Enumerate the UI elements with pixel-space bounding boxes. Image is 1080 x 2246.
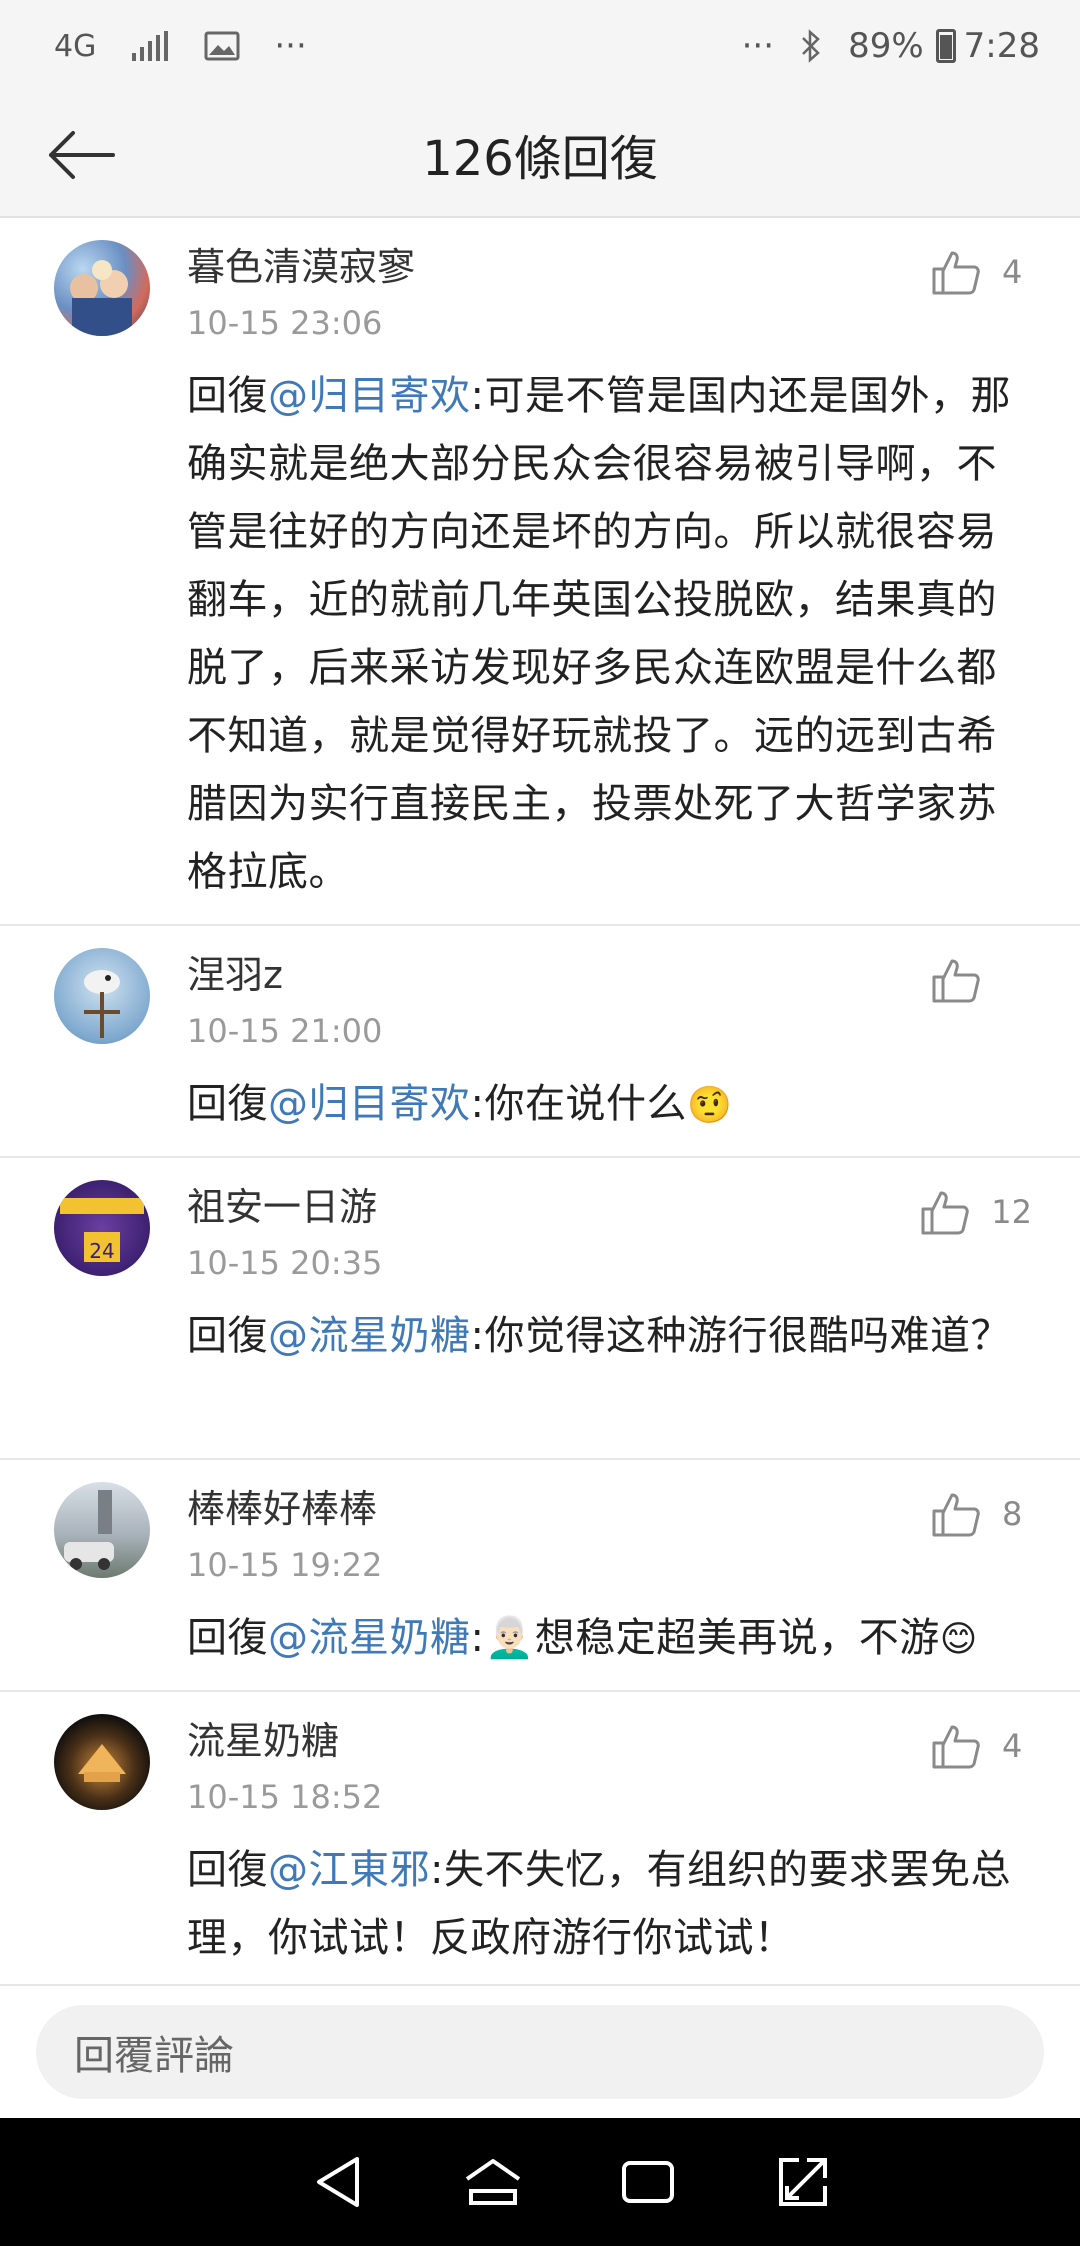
avatar[interactable]	[54, 948, 150, 1044]
reply-prefix: 回復	[187, 1847, 268, 1893]
header: 126條回復	[0, 92, 1080, 218]
comment-list[interactable]: 暮色清漠寂寥 10-15 23:06 回復@归目寄欢:可是不管是国内还是国外，那…	[0, 218, 1080, 1984]
mention-link[interactable]: @流星奶糖	[268, 1313, 471, 1359]
smile-emoji: 😊	[939, 1619, 978, 1660]
back-triangle-icon	[316, 2157, 359, 2207]
mention-link[interactable]: @归目寄欢	[268, 1081, 471, 1127]
reply-input[interactable]: 回覆評論	[36, 2005, 1044, 2099]
comment-text: 回復@归目寄欢:你在说什么🤨	[187, 1070, 1032, 1140]
like-count: 4	[1002, 253, 1023, 291]
like-count: 8	[1002, 1495, 1023, 1533]
avatar[interactable]	[54, 240, 150, 336]
clock: 7:28	[963, 26, 1040, 66]
nav-recents-button[interactable]	[608, 2142, 688, 2222]
battery-percent: 89%	[848, 26, 924, 66]
thumbs-up-icon	[932, 251, 980, 295]
username[interactable]: 祖安一日游	[187, 1180, 1032, 1234]
like-button[interactable]	[932, 952, 1032, 1008]
avatar[interactable]	[54, 1482, 150, 1578]
nav-home-button[interactable]	[453, 2142, 533, 2222]
reply-prefix: 回復	[187, 373, 268, 419]
reply-prefix: 回復	[187, 1313, 268, 1359]
nav-back-button[interactable]	[298, 2142, 378, 2222]
status-bar: 4G ··· ··· 89% 7:28	[0, 0, 1080, 92]
expand-icon	[778, 2158, 827, 2206]
comment-item: 棒棒好棒棒 10-15 19:22 回復@流星奶糖:👨🏻‍🦳想稳定超美再说，不游…	[0, 1460, 1080, 1692]
comment-text: 回復@流星奶糖:你觉得这种游行很酷吗难道？	[187, 1302, 1032, 1370]
network-type: 4G	[54, 28, 97, 64]
system-nav-bar	[0, 2118, 1080, 2246]
signal-icon	[130, 31, 170, 61]
recents-icon	[621, 2161, 674, 2203]
thinking-emoji: 🤨	[686, 1085, 733, 1126]
avatar[interactable]: 24	[54, 1180, 150, 1276]
comment-body: :可是不管是国内还是国外，那确实就是绝大部分民众会很容易被引导啊，不管是往好的方…	[187, 373, 1011, 895]
comment-time: 10-15 19:22	[187, 1546, 383, 1584]
bluetooth-icon	[800, 29, 822, 63]
image-icon	[204, 31, 240, 61]
thumbs-up-icon	[932, 1725, 980, 1769]
back-arrow-icon	[49, 131, 115, 179]
like-count: 12	[991, 1193, 1032, 1231]
comment-item: 流星奶糖 10-15 18:52 回復@江東邪:失不失忆，有组织的要求罢免总理，…	[0, 1692, 1080, 1984]
like-button[interactable]: 12	[921, 1184, 1032, 1240]
avatar[interactable]	[54, 1714, 150, 1810]
comment-time: 10-15 18:52	[187, 1778, 383, 1816]
comment-body: :你觉得这种游行很酷吗难道？	[470, 1313, 1011, 1359]
mention-link[interactable]: @江東邪	[268, 1847, 430, 1893]
more-notifications: ···	[274, 26, 307, 66]
username[interactable]: 涅羽z	[187, 948, 1032, 1002]
comment-body: :你在说什么	[470, 1081, 687, 1127]
comment-text: 回復@流星奶糖:👨🏻‍🦳想稳定超美再说，不游😊	[187, 1604, 1032, 1674]
mention-link[interactable]: @归目寄欢	[268, 373, 471, 419]
more-status: ···	[741, 26, 775, 66]
like-button[interactable]: 4	[932, 1718, 1032, 1774]
svg-text:24: 24	[89, 1239, 114, 1263]
thumbs-up-icon	[932, 959, 980, 1003]
username[interactable]: 流星奶糖	[187, 1714, 1032, 1768]
reply-bar: 回覆評論	[0, 1984, 1080, 2118]
reply-prefix: 回復	[187, 1615, 268, 1661]
comment-time: 10-15 21:00	[187, 1012, 383, 1050]
comment-item: 暮色清漠寂寥 10-15 23:06 回復@归目寄欢:可是不管是国内还是国外，那…	[0, 218, 1080, 926]
comment-text: 回復@归目寄欢:可是不管是国内还是国外，那确实就是绝大部分民众会很容易被引导啊，…	[187, 362, 1032, 906]
home-icon	[465, 2159, 520, 2205]
comment-body: :👨🏻‍🦳想稳定超美再说，不游	[470, 1615, 940, 1661]
like-button[interactable]: 4	[932, 244, 1032, 300]
comment-text: 回復@江東邪:失不失忆，有组织的要求罢免总理，你试试！反政府游行你试试！	[187, 1836, 1032, 1972]
page-title: 126條回復	[422, 131, 658, 187]
comment-time: 10-15 20:35	[187, 1244, 383, 1282]
mention-link[interactable]: @流星奶糖	[268, 1615, 471, 1661]
username[interactable]: 棒棒好棒棒	[187, 1482, 1032, 1536]
thumbs-up-icon	[932, 1493, 980, 1537]
nav-expand-button[interactable]	[763, 2142, 843, 2222]
battery-icon	[935, 29, 956, 63]
comment-item: 涅羽z 10-15 21:00 回復@归目寄欢:你在说什么🤨	[0, 926, 1080, 1158]
thumbs-up-icon	[921, 1191, 970, 1235]
username[interactable]: 暮色清漠寂寥	[187, 240, 1032, 294]
like-count: 4	[1002, 1727, 1023, 1765]
comment-item: 24 祖安一日游 10-15 20:35 回復@流星奶糖:你觉得这种游行很酷吗难…	[0, 1158, 1080, 1460]
back-button[interactable]	[36, 118, 126, 192]
like-button[interactable]: 8	[932, 1486, 1032, 1542]
reply-prefix: 回復	[187, 1081, 268, 1127]
comment-time: 10-15 23:06	[187, 304, 383, 342]
